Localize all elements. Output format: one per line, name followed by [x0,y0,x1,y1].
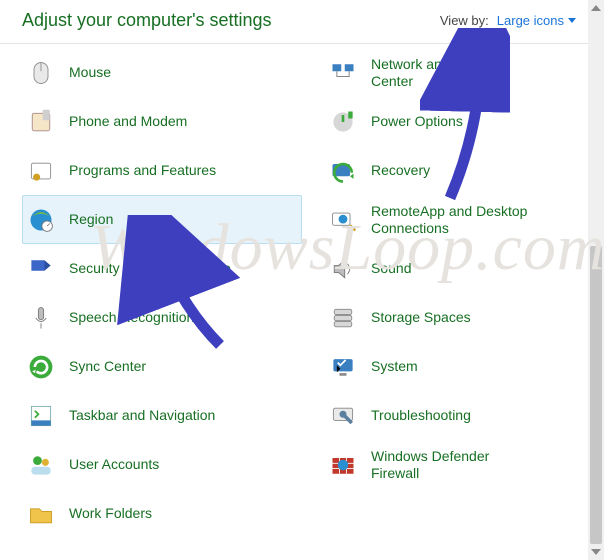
region-icon [27,206,55,234]
programs-icon [27,157,55,185]
mouse-icon [27,59,55,87]
remoteapp-icon [329,206,357,234]
item-label: System [371,358,418,375]
item-label: Windows Defender Firewall [371,448,541,482]
storage-icon [329,304,357,332]
system-item[interactable]: System [324,342,604,391]
remoteapp-and-desktop-connections-item[interactable]: RemoteApp and Desktop Connections [324,195,604,244]
programs-and-features-item[interactable]: Programs and Features [22,146,302,195]
item-label: Speech Recognition [69,309,194,326]
firewall-icon [329,451,357,479]
work-folders-item[interactable]: Work Folders [22,489,302,538]
item-label: Security and Maintenance [69,260,231,277]
scroll-down-icon [591,549,601,555]
right-column: Network and Sharing Center Power Options R… [302,48,604,538]
sound-icon [329,255,357,283]
sync-center-item[interactable]: Sync Center [22,342,302,391]
scroll-up-icon [591,5,601,11]
item-label: Region [69,211,113,228]
item-label: Sound [371,260,411,277]
view-by-value: Large icons [497,13,564,28]
sync-icon [27,353,55,381]
users-icon [27,451,55,479]
vertical-scrollbar[interactable] [588,0,604,560]
item-label: Storage Spaces [371,309,471,326]
page-title: Adjust your computer's settings [22,10,272,31]
recovery-icon [329,157,357,185]
user-accounts-item[interactable]: User Accounts [22,440,302,489]
scroll-up-button[interactable] [588,0,604,16]
troubleshoot-icon [329,402,357,430]
items-panel: Mouse Phone and Modem Programs and Feature… [0,44,604,538]
security-and-maintenance-item[interactable]: Security and Maintenance [22,244,302,293]
storage-spaces-item[interactable]: Storage Spaces [324,293,604,342]
header-row: Adjust your computer's settings View by:… [0,0,604,43]
item-label: Work Folders [69,505,152,522]
scroll-down-button[interactable] [588,544,604,560]
phone-icon [27,108,55,136]
item-label: User Accounts [69,456,159,473]
view-by-label: View by: [440,13,489,28]
item-label: RemoteApp and Desktop Connections [371,203,541,237]
network-and-sharing-center-item[interactable]: Network and Sharing Center [324,48,604,97]
power-options-item[interactable]: Power Options [324,97,604,146]
view-by-dropdown[interactable]: Large icons [497,13,576,28]
item-label: Taskbar and Navigation [69,407,215,424]
view-by-control: View by: Large icons [440,13,576,28]
security-icon [27,255,55,283]
scroll-track[interactable] [588,16,604,544]
mouse-item[interactable]: Mouse [22,48,302,97]
item-label: Network and Sharing Center [371,56,541,90]
chevron-down-icon [568,18,576,23]
item-label: Programs and Features [69,162,216,179]
power-icon [329,108,357,136]
speech-recognition-item[interactable]: Speech Recognition [22,293,302,342]
item-label: Mouse [69,64,111,81]
item-label: Recovery [371,162,430,179]
sound-item[interactable]: Sound [324,244,604,293]
item-label: Troubleshooting [371,407,471,424]
troubleshooting-item[interactable]: Troubleshooting [324,391,604,440]
scroll-thumb[interactable] [590,246,602,544]
network-icon [329,59,357,87]
phone-and-modem-item[interactable]: Phone and Modem [22,97,302,146]
left-column: Mouse Phone and Modem Programs and Feature… [0,48,302,538]
taskbar-icon [27,402,55,430]
windows-defender-firewall-item[interactable]: Windows Defender Firewall [324,440,604,489]
folders-icon [27,500,55,528]
system-icon [329,353,357,381]
item-label: Power Options [371,113,463,130]
region-item[interactable]: Region [22,195,302,244]
item-label: Sync Center [69,358,146,375]
speech-icon [27,304,55,332]
item-label: Phone and Modem [69,113,187,130]
recovery-item[interactable]: Recovery [324,146,604,195]
taskbar-and-navigation-item[interactable]: Taskbar and Navigation [22,391,302,440]
